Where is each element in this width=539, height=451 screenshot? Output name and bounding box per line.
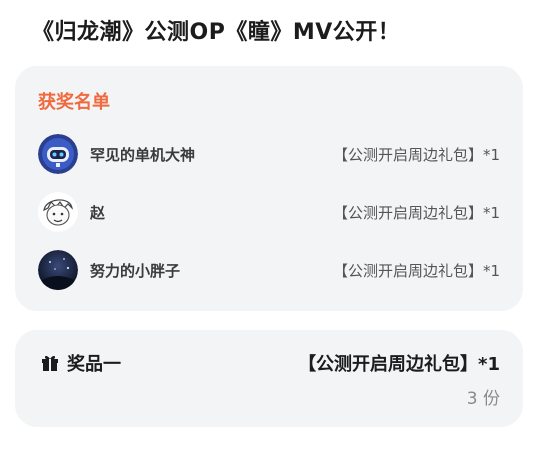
winner-name: 努力的小胖子 [90, 261, 181, 280]
prize-card: 奖品一 【公测开启周边礼包】*1 3 份 [15, 330, 523, 427]
winner-row[interactable]: 罕见的单机大神 【公测开启周边礼包】*1 [38, 132, 500, 176]
night-sky-avatar[interactable] [38, 250, 78, 290]
winner-reward: 【公测开启周边礼包】*1 [332, 203, 500, 222]
prize-count: 3 份 [466, 389, 500, 409]
winners-title: 获奖名单 [38, 92, 110, 113]
winner-row[interactable]: 努力的小胖子 【公测开启周边礼包】*1 [38, 248, 500, 292]
winner-reward: 【公测开启周边礼包】*1 [332, 145, 500, 164]
winner-name: 罕见的单机大神 [90, 145, 196, 164]
page-title: 《归龙潮》公测OP《瞳》MV公开！ [32, 20, 401, 45]
winners-card: 获奖名单 罕见的单机大神 【公测开启周边礼包】*1 赵 【公测开启周边礼包】*1… [15, 66, 523, 311]
robot-avatar[interactable] [38, 134, 78, 174]
winner-reward: 【公测开启周边礼包】*1 [332, 261, 500, 280]
sketch-face-avatar[interactable] [38, 192, 78, 232]
prize-name: 【公测开启周边礼包】*1 [298, 354, 500, 375]
winner-row[interactable]: 赵 【公测开启周边礼包】*1 [38, 190, 500, 234]
gift-icon [40, 352, 60, 372]
winner-name: 赵 [90, 203, 106, 222]
prize-label: 奖品一 [67, 354, 121, 375]
